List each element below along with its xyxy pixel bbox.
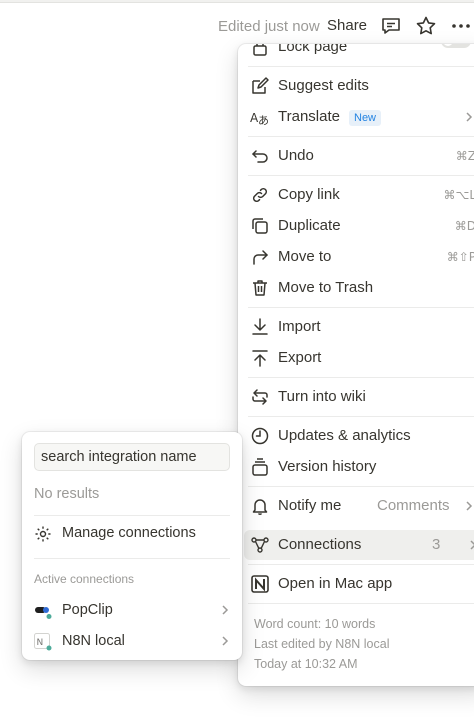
move-to-icon: [250, 247, 270, 267]
duplicate-icon: [250, 216, 270, 236]
svg-text:N: N: [37, 638, 44, 648]
menu-item-label: Move to: [278, 248, 332, 265]
shortcut-hint: ⌘⇧P: [446, 250, 474, 264]
divider: [248, 136, 474, 137]
menu-item-move-to-trash[interactable]: Move to Trash: [244, 273, 474, 303]
active-connections-heading: Active connections: [34, 572, 135, 586]
export-icon: [250, 348, 270, 368]
menu-item-label: Connections: [278, 536, 362, 553]
word-count: Word count: 10 words: [254, 617, 376, 631]
suggest-edit-icon: [250, 76, 270, 96]
menu-item-label: Open in Mac app: [278, 575, 393, 592]
divider: [248, 603, 474, 604]
window-top-border: [0, 0, 474, 3]
n8n-icon: N: [34, 633, 52, 651]
chevron-right-icon: [462, 499, 474, 513]
menu-item-updates-analytics[interactable]: Updates & analytics: [244, 421, 474, 451]
menu-item-label: Suggest edits: [278, 77, 369, 94]
comment-icon[interactable]: [380, 15, 402, 37]
page-options-menu: Lock page Suggest edits Aあ Translate New…: [238, 44, 474, 686]
import-icon: [250, 317, 270, 337]
undo-icon: [250, 146, 270, 166]
divider: [34, 515, 230, 516]
menu-item-connections[interactable]: Connections 3: [244, 530, 474, 560]
menu-item-duplicate[interactable]: Duplicate ⌘D: [244, 211, 474, 241]
divider: [248, 66, 474, 67]
menu-item-lock-page[interactable]: Lock page: [244, 44, 474, 62]
divider: [248, 175, 474, 176]
menu-item-label: Import: [278, 318, 321, 335]
menu-item-import[interactable]: Import: [244, 312, 474, 342]
menu-item-label: Turn into wiki: [278, 388, 366, 405]
share-button[interactable]: Share: [327, 17, 367, 34]
bell-icon: [250, 496, 270, 516]
last-edited: Last edited by N8N local: [254, 637, 390, 651]
link-icon: [250, 185, 270, 205]
shortcut-hint: ⌘Z: [455, 149, 474, 163]
chevron-right-icon: [218, 603, 232, 617]
menu-item-label: Export: [278, 349, 322, 366]
page-topbar: Edited just now Share: [0, 12, 474, 40]
notion-logo-icon: [250, 574, 270, 594]
divider: [248, 486, 474, 487]
connection-label: PopClip: [62, 602, 113, 618]
shortcut-hint: ⌘⌥L: [443, 188, 474, 202]
no-results-text: No results: [34, 486, 100, 502]
clock-icon: [250, 426, 270, 446]
manage-connections-label: Manage connections: [62, 525, 196, 541]
menu-item-label: Version history: [278, 458, 377, 475]
translate-icon: Aあ: [250, 107, 270, 127]
menu-item-version-history[interactable]: Version history: [244, 452, 474, 482]
svg-text:あ: あ: [258, 114, 269, 127]
history-icon: [250, 457, 270, 477]
more-icon[interactable]: [450, 15, 472, 37]
last-edited-time: Today at 10:32 AM: [254, 657, 358, 671]
menu-item-export[interactable]: Export: [244, 343, 474, 373]
connections-count: 3: [432, 536, 441, 553]
menu-item-label: Undo: [278, 147, 314, 164]
connections-panel: No results Manage connections Active con…: [22, 432, 242, 660]
menu-item-label: Move to Trash: [278, 279, 374, 296]
menu-item-undo[interactable]: Undo ⌘Z: [244, 141, 474, 171]
divider: [248, 564, 474, 565]
lock-page-toggle[interactable]: [441, 44, 471, 48]
integration-search-input[interactable]: [34, 443, 230, 471]
menu-item-copy-link[interactable]: Copy link ⌘⌥L: [244, 180, 474, 210]
connection-item-n8n-local[interactable]: N N8N local: [28, 627, 236, 655]
menu-item-turn-into-wiki[interactable]: Turn into wiki: [244, 382, 474, 412]
gear-icon: [34, 525, 52, 543]
lock-icon: [250, 44, 270, 57]
menu-item-label: Duplicate: [278, 217, 341, 234]
menu-item-label: Notify me: [278, 497, 342, 514]
trash-icon: [250, 278, 270, 298]
menu-item-move-to[interactable]: Move to ⌘⇧P: [244, 242, 474, 272]
shortcut-hint: ⌘D: [454, 219, 474, 233]
star-icon[interactable]: [415, 15, 437, 37]
menu-item-label: Updates & analytics: [278, 427, 411, 444]
menu-item-translate[interactable]: Aあ Translate New: [244, 102, 474, 132]
new-badge: New: [349, 110, 382, 126]
menu-item-notify-me[interactable]: Notify me Comments: [244, 491, 474, 521]
menu-item-open-in-mac-app[interactable]: Open in Mac app: [244, 569, 474, 599]
connection-item-popclip[interactable]: PopClip: [28, 596, 236, 624]
chevron-right-icon: [218, 634, 232, 648]
menu-item-label: Copy link: [278, 186, 340, 203]
divider: [248, 307, 474, 308]
connection-label: N8N local: [62, 633, 125, 649]
divider: [248, 377, 474, 378]
chevron-right-icon: [466, 538, 474, 552]
chevron-right-icon: [462, 110, 474, 124]
menu-item-suggest-edits[interactable]: Suggest edits: [244, 71, 474, 101]
divider: [34, 558, 230, 559]
notify-setting-value: Comments: [377, 497, 450, 514]
menu-item-label: Lock page: [278, 44, 348, 55]
manage-connections-button[interactable]: Manage connections: [28, 519, 236, 547]
menu-item-label: Translate: [278, 108, 340, 125]
divider: [248, 416, 474, 417]
popclip-icon: [34, 602, 52, 620]
wiki-icon: [250, 387, 270, 407]
connections-icon: [250, 535, 270, 555]
edited-status: Edited just now: [218, 18, 320, 35]
